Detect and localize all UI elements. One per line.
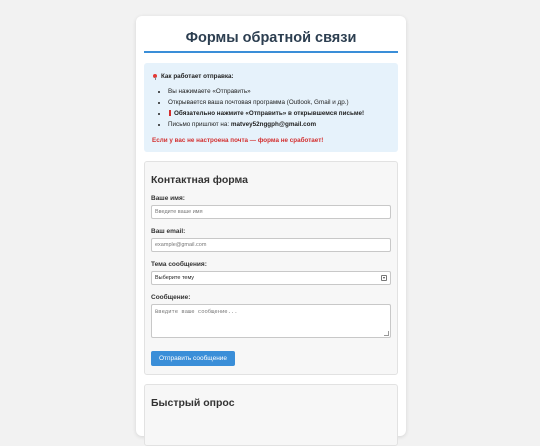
recipient-email: matvey52nggph@gmail.com [230, 120, 317, 128]
pushpin-icon [152, 73, 158, 80]
submit-button[interactable]: Отправить сообщение [151, 351, 236, 367]
contact-form-title: Контактная форма [151, 174, 248, 187]
info-list: Вы нажимаете «Отправить» Открывается ваш… [152, 88, 390, 128]
warning-text: Если у вас не настроена почта — форма не… [152, 137, 324, 145]
list-item: Письмо пришлют на: matvey52nggph@gmail.c… [168, 121, 390, 129]
message-field-group: Сообщение: Введите ваше сообщение... [151, 294, 391, 339]
info-heading: Как работает отправка: [152, 73, 390, 80]
list-item: Вы нажимаете «Отправить» [168, 88, 390, 96]
resize-handle[interactable] [384, 331, 389, 337]
name-input[interactable]: Введите ваше имя [151, 205, 391, 220]
topic-selected-value: Выберите тему [155, 275, 195, 282]
name-field-group: Ваше имя: Введите ваше имя [151, 195, 391, 220]
contact-form: Контактная форма Ваше имя: Введите ваше … [144, 161, 398, 376]
list-item: Обязательно нажмите «Отправить» в открыв… [168, 109, 390, 118]
survey-section: Быстрый опрос [144, 384, 398, 446]
topic-select[interactable]: Выберите тему [151, 271, 391, 286]
list-item: Открывается ваша почтовая программа (Out… [168, 99, 390, 107]
message-placeholder: Введите ваше сообщение... [155, 308, 238, 316]
survey-title: Быстрый опрос [151, 397, 235, 410]
name-label: Ваше имя: [151, 195, 185, 203]
email-label: Ваш email: [151, 228, 186, 236]
chevron-down-icon [381, 275, 387, 282]
info-heading-text: Как работает отправка: [161, 73, 234, 80]
main-container: Формы обратной связи Как работает отправ… [136, 16, 406, 446]
topic-field-group: Тема сообщения: Выберите тему [151, 261, 391, 286]
email-field-group: Ваш email: example@gmail.com [151, 228, 391, 253]
info-box: Как работает отправка: Вы нажимаете «Отп… [144, 63, 398, 153]
email-input[interactable]: example@gmail.com [151, 238, 391, 253]
page-title: Формы обратной связи [144, 30, 398, 53]
topic-label: Тема сообщения: [151, 261, 207, 269]
exclamation-icon [169, 109, 171, 116]
message-label: Сообщение: [151, 294, 191, 302]
message-textarea[interactable]: Введите ваше сообщение... [151, 304, 391, 339]
